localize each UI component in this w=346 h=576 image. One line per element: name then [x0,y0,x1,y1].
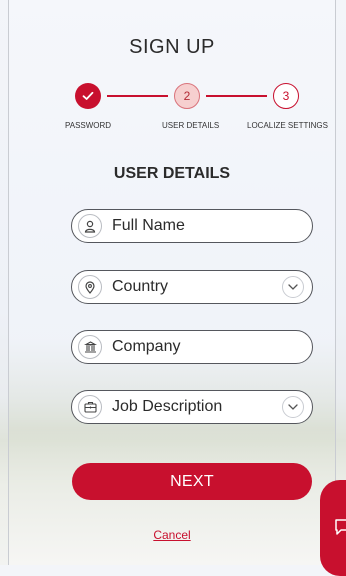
full-name-field[interactable]: Full Name [71,209,313,243]
chat-bubble-icon [335,519,346,535]
full-name-placeholder: Full Name [112,217,185,234]
job-description-select[interactable]: Job Description [71,390,313,424]
job-description-placeholder: Job Description [112,398,223,415]
step-password-label: PASSWORD [65,121,112,130]
step-user-details-indicator: 2 [174,83,200,109]
step-password-indicator [75,83,101,109]
progress-stepper: 2 3 PASSWORD USER DETAILS LOCALIZE SETTI… [9,83,335,143]
building-icon [78,335,102,359]
step-localize-settings-label: LOCALIZE SETTINGS [247,121,328,130]
step-connector [206,95,267,97]
next-button[interactable]: NEXT [72,463,312,500]
briefcase-icon [78,395,102,419]
section-title: USER DETAILS [113,165,231,182]
step-user-details-label: USER DETAILS [162,121,220,130]
country-select[interactable]: Country [71,270,313,304]
page-title: SIGN UP [129,36,215,58]
cancel-link[interactable]: Cancel [9,528,335,542]
company-placeholder: Company [112,338,181,355]
chevron-down-icon[interactable] [282,276,304,298]
company-field[interactable]: Company [71,330,313,364]
signup-panel: SIGN UP 2 3 PASSWORD USER DETAILS LOCALI… [8,0,336,565]
chat-button[interactable] [320,480,346,576]
chevron-down-icon[interactable] [282,396,304,418]
step-localize-settings-indicator: 3 [273,83,299,109]
step-connector [107,95,168,97]
location-pin-icon [78,275,102,299]
person-icon [78,214,102,238]
country-placeholder: Country [112,278,169,295]
check-icon [82,91,94,100]
